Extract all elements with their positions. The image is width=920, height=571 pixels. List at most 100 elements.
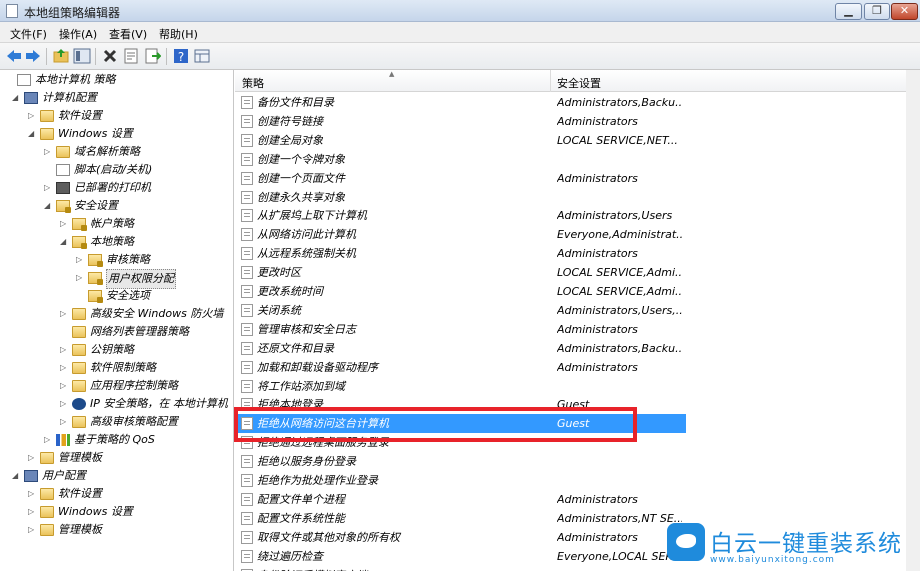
policy-row[interactable]: 创建一个页面文件 Administrators [235, 169, 920, 188]
folder-icon [40, 128, 54, 140]
tree-item-label: 本地计算机 策略 [35, 73, 116, 86]
policy-row[interactable]: 将工作站添加到域 [235, 377, 920, 396]
computer-icon [24, 470, 38, 482]
app-icon [6, 4, 18, 18]
collapsed-arrow-icon[interactable]: ▷ [28, 107, 38, 125]
policy-row[interactable]: 更改系统时间 LOCAL SERVICE,Admi... [235, 282, 920, 301]
policy-row[interactable]: 关闭系统 Administrators,Users,... [235, 301, 920, 320]
policy-row[interactable]: 创建全局对象 LOCAL SERVICE,NET... [235, 131, 920, 150]
tree-item-label: Windows 设置 [58, 127, 133, 140]
sort-arrow-icon: ▲ [389, 70, 395, 78]
close-button[interactable]: ✕ [891, 3, 918, 20]
tree-item-label: 已部署的打印机 [74, 181, 151, 194]
policy-icon [241, 492, 253, 506]
policy-name: 从远程系统强制关机 [257, 247, 356, 261]
back-arrow-icon[interactable] [5, 47, 23, 65]
policy-row[interactable]: 拒绝作为批处理作业登录 [235, 471, 920, 490]
collapsed-arrow-icon[interactable]: ▷ [28, 449, 38, 467]
menu-help[interactable]: 帮助(H) [159, 26, 198, 42]
collapsed-arrow-icon[interactable]: ▷ [60, 413, 70, 431]
column-header-security-setting[interactable]: 安全设置 [557, 75, 601, 91]
policy-setting: Administrators [557, 171, 638, 185]
delete-icon[interactable] [101, 47, 119, 65]
expanded-arrow-icon[interactable]: ◢ [12, 89, 22, 107]
policy-row[interactable]: 创建符号链接 Administrators [235, 112, 920, 131]
policy-icon [241, 228, 253, 242]
policy-icon [241, 474, 253, 487]
collapsed-arrow-icon[interactable]: ▷ [44, 143, 54, 161]
collapsed-arrow-icon[interactable]: ▷ [44, 431, 54, 449]
policy-row[interactable]: 拒绝以服务身份登录 [235, 452, 920, 471]
policy-icon [241, 530, 253, 544]
folder-icon [40, 524, 54, 536]
folder-lock-icon [72, 218, 87, 231]
collapsed-arrow-icon[interactable]: ▷ [28, 485, 38, 503]
policy-icon [241, 209, 253, 223]
policy-row[interactable]: 配置文件单个进程 Administrators [235, 490, 920, 509]
folder-icon [40, 110, 54, 122]
collapsed-arrow-icon[interactable]: ▷ [60, 305, 70, 323]
help-icon[interactable]: ? [172, 47, 190, 65]
menu-view[interactable]: 查看(V) [109, 26, 147, 42]
policy-name: 创建一个令牌对象 [257, 152, 345, 166]
policy-row[interactable]: 从远程系统强制关机 Administrators [235, 244, 920, 263]
collapsed-arrow-icon[interactable]: ▷ [76, 269, 86, 287]
policy-row[interactable]: 创建永久共享对象 [235, 188, 920, 207]
policy-row[interactable]: 加载和卸载设备驱动程序 Administrators [235, 358, 920, 377]
policy-row[interactable]: 更改时区 LOCAL SERVICE,Admi... [235, 263, 920, 282]
forward-arrow-icon[interactable] [24, 47, 42, 65]
expanded-arrow-icon[interactable]: ◢ [12, 467, 22, 485]
policy-row[interactable]: 备份文件和目录 Administrators,Backu... [235, 93, 920, 112]
collapsed-arrow-icon[interactable]: ▷ [60, 341, 70, 359]
list-header: 策略 ▲ 安全设置 [235, 70, 920, 92]
policy-row[interactable]: 创建一个令牌对象 [235, 150, 920, 169]
vertical-scrollbar[interactable] [906, 70, 920, 571]
printer-icon [56, 182, 70, 194]
minimize-button[interactable]: ▁ [835, 3, 862, 20]
properties-icon[interactable] [122, 47, 140, 65]
policy-icon [241, 549, 253, 563]
expanded-arrow-icon[interactable]: ◢ [28, 125, 38, 143]
svg-text:?: ? [178, 50, 184, 64]
collapsed-arrow-icon[interactable]: ▷ [60, 377, 70, 395]
expanded-arrow-icon[interactable]: ◢ [44, 197, 54, 215]
expanded-arrow-icon[interactable]: ◢ [60, 233, 70, 251]
policy-setting: LOCAL SERVICE,Admi... [557, 285, 682, 298]
restore-button[interactable]: ❐ [864, 3, 890, 20]
policy-name: 还原文件和目录 [257, 341, 334, 355]
up-folder-icon[interactable] [52, 47, 70, 65]
policy-row[interactable]: 从扩展坞上取下计算机 Administrators,Users [235, 206, 920, 225]
policy-name: 创建一个页面文件 [257, 171, 345, 185]
policy-row[interactable]: 从网络访问此计算机 Everyone,Administrat... [235, 225, 920, 244]
policy-row[interactable]: 还原文件和目录 Administrators,Backu... [235, 339, 920, 358]
policy-name: 拒绝作为批处理作业登录 [257, 474, 378, 487]
menu-action[interactable]: 操作(A) [59, 26, 97, 42]
collapsed-arrow-icon[interactable]: ▷ [60, 395, 70, 413]
collapsed-arrow-icon[interactable]: ▷ [44, 179, 54, 197]
collapsed-arrow-icon[interactable]: ▷ [60, 215, 70, 233]
collapsed-arrow-icon[interactable]: ▷ [60, 359, 70, 377]
menu-file[interactable]: 文件(F) [10, 26, 47, 42]
folder-icon [72, 380, 86, 392]
policy-name: 创建永久共享对象 [257, 190, 345, 204]
policy-icon [241, 379, 253, 393]
chart-icon [56, 434, 70, 446]
view-icon[interactable] [193, 47, 211, 65]
policy-name: 取得文件或其他对象的所有权 [257, 530, 400, 544]
collapsed-arrow-icon[interactable]: ▷ [76, 251, 86, 269]
policy-row[interactable]: 管理审核和安全日志 Administrators [235, 320, 920, 339]
policy-name: 从网络访问此计算机 [257, 228, 356, 242]
folder-icon [40, 452, 54, 464]
tree-item-label: Windows 设置 [58, 505, 133, 518]
policy-icon [241, 247, 253, 261]
show-tree-icon[interactable] [73, 47, 91, 65]
policy-setting: Administrators,Backu... [557, 96, 682, 109]
tree-item-label: 软件限制策略 [90, 361, 156, 374]
column-header-policy[interactable]: 策略 [242, 75, 264, 91]
policy-setting: Administrators [557, 360, 638, 374]
policy-icon [241, 171, 253, 185]
export-icon[interactable] [143, 47, 161, 65]
collapsed-arrow-icon[interactable]: ▷ [28, 503, 38, 521]
policy-name: 配置文件单个进程 [257, 492, 345, 506]
collapsed-arrow-icon[interactable]: ▷ [28, 521, 38, 539]
